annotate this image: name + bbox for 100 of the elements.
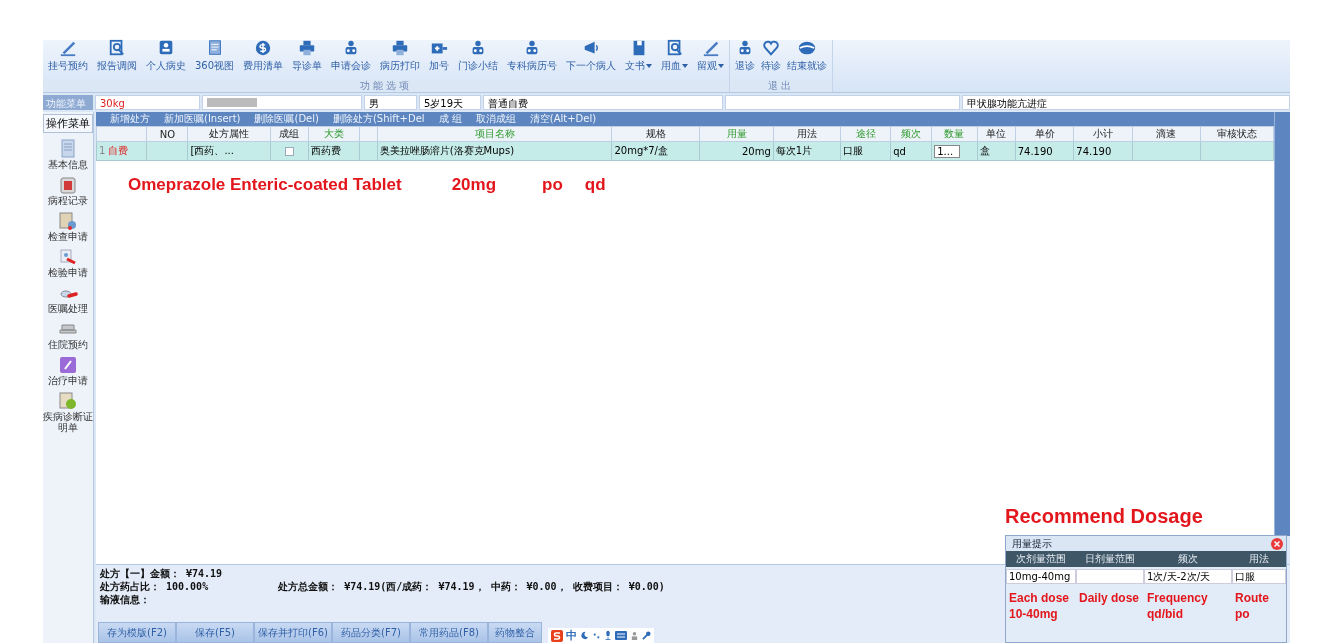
toolbar-button[interactable]: 文书 (622, 38, 656, 79)
annotation-label: Frequency (1147, 590, 1209, 606)
bottom-tab[interactable]: 药品分类(F7) (332, 622, 410, 643)
toolbar-button[interactable]: 下一个病人 (563, 38, 620, 79)
sex-field: 男 (364, 95, 417, 110)
menu-item[interactable]: 治疗申请 (43, 355, 93, 386)
column-header: 次剂量范围 (1006, 551, 1076, 567)
toolbar-button[interactable]: 个人病史 (143, 38, 189, 79)
toolbar-action[interactable]: 删除处方(Shift+Del (332, 112, 425, 126)
table-cell: 1次/天-2次/天 (1144, 569, 1232, 584)
toolbar-action[interactable]: 清空(Alt+Del) (529, 112, 597, 126)
toolbar-button[interactable]: 加号 (426, 38, 453, 79)
toolbar-button[interactable]: 病历打印 (377, 38, 424, 79)
clipboard-icon (58, 175, 78, 195)
table-cell: 西药费 (310, 145, 341, 156)
table-cell: 奥美拉唑肠溶片(洛赛克Mups) (379, 145, 515, 156)
menu-title: 操作菜单 (43, 114, 93, 133)
document-icon (58, 139, 78, 159)
diagnosis-field: 甲状腺功能亢进症 (962, 95, 1290, 110)
column-header: 用法 (773, 126, 841, 142)
table-cell: 74.190 (1076, 145, 1112, 157)
clipboard-icon (58, 211, 78, 231)
person-icon[interactable] (630, 631, 639, 640)
toolbar-button[interactable]: 报告调阅 (94, 38, 140, 79)
toolbar-action[interactable]: 删除医嘱(Del) (254, 112, 319, 126)
table-cell: 口服 (843, 145, 864, 156)
toolbar-button[interactable]: 导诊单 (289, 38, 326, 79)
toolbar-button[interactable]: 退诊 (732, 38, 759, 79)
toolbar-action[interactable]: 取消成组 (475, 112, 516, 126)
annotation-label: qd (584, 175, 606, 195)
column-header: 规格 (611, 126, 700, 142)
toolbar-button[interactable]: 门诊小结 (455, 38, 502, 79)
menu-item[interactable]: 检验申请 (43, 247, 93, 278)
toolbar-action[interactable]: 新加医嘱(Insert) (164, 112, 241, 126)
toolbar-action[interactable]: 成 组 (438, 112, 462, 126)
redaction-block (207, 98, 257, 107)
table-cell: 20mg (741, 145, 771, 157)
menu-item[interactable]: 住院预约 (43, 319, 93, 350)
column-header: 途径 (840, 126, 891, 142)
total-text: 处方总金额： ¥74.19(西/成药： ¥74.19， 中药： ¥0.00， 收费项目： ¥0.00) (278, 580, 665, 593)
recommendation-caption: Recommend Dosage (1005, 505, 1204, 528)
toolbar-button[interactable]: 结束就诊 (784, 38, 831, 79)
annotation-label: Omeprazole Enteric-coated Tablet (128, 175, 402, 195)
column-header: 审核状态 (1200, 126, 1274, 142)
menu-item[interactable]: 检查申请 (43, 211, 93, 242)
toolbar-button[interactable]: 待诊 (758, 38, 785, 79)
ratio-text: 处方药占比： 100.00% (100, 580, 209, 593)
table-cell: 10mg-40mg (1006, 569, 1076, 584)
annotation-label: po (542, 175, 563, 195)
column-header: 处方属性 (188, 126, 271, 142)
popup-title: 用量提示 (1012, 536, 1052, 551)
toolbar-button[interactable]: 留观 (694, 38, 728, 79)
column-header: 项目名称 (377, 126, 612, 142)
toolbar-button[interactable]: 挂号预约 (45, 38, 91, 79)
toolbar-button[interactable]: 专科病历号 (504, 38, 561, 79)
wrench-icon[interactable] (642, 631, 651, 640)
checkbox[interactable] (284, 147, 294, 156)
column-header (96, 126, 147, 142)
pen-icon (58, 39, 78, 57)
annotation-value: po (1235, 606, 1251, 622)
menu-item[interactable]: 基本信息 (43, 139, 93, 170)
bottom-tab[interactable]: 存为模版(F2) (98, 622, 176, 643)
infusion-label: 输液信息： (100, 593, 150, 606)
payment-field: 普通自费 (483, 95, 723, 110)
quantity-spinner[interactable]: 1... (934, 144, 961, 158)
bottom-tab[interactable]: 常用药品(F8) (410, 622, 488, 643)
menu-item[interactable]: 病程记录 (43, 175, 93, 206)
input-mode[interactable]: 中 (566, 628, 577, 643)
annotation-value: qd/bid (1147, 606, 1184, 622)
annotation-label: Daily dose (1079, 590, 1141, 606)
bottom-tab[interactable]: 药物整合 (488, 622, 542, 643)
close-icon[interactable] (1271, 537, 1283, 550)
table-cell: [西药、... (190, 145, 234, 156)
caret-icon (718, 64, 725, 68)
column-header: 小计 (1073, 126, 1133, 142)
toolbar-button[interactable]: 申请会诊 (328, 38, 375, 79)
moon-icon[interactable] (580, 631, 589, 640)
toolbar-action[interactable]: 新增处方 (110, 112, 150, 126)
magnifier-icon (107, 39, 127, 57)
toolbar-button[interactable]: 费用清单 (240, 38, 287, 79)
table-cell: 74.190 (1017, 145, 1053, 157)
group-label: 功能选项 (43, 79, 730, 92)
toolbar-button[interactable]: 360视图 (192, 38, 238, 79)
annotation-value: 10-40mg (1009, 606, 1059, 622)
punctuation-icon[interactable] (592, 631, 601, 640)
weight-field: 30kg (95, 95, 200, 110)
amount-text: 处方【一】金额： ¥74.19 (100, 567, 223, 580)
table-cell: 盒 (979, 145, 990, 156)
keyboard-icon[interactable] (615, 631, 627, 640)
menu-item[interactable]: 疾病诊断证明单 (43, 391, 93, 433)
bottom-tab[interactable]: 保存并打印(F6) (254, 622, 332, 643)
toolbar-button[interactable]: 用血 (658, 38, 692, 79)
bottom-tab[interactable]: 保存(F5) (176, 622, 254, 643)
row-number: 1 (99, 145, 106, 156)
menu-item[interactable]: 医嘱处理 (43, 283, 93, 314)
payment-type: 自费 (108, 145, 129, 156)
microphone-icon[interactable] (604, 630, 612, 641)
annotation-label: Route (1235, 590, 1270, 606)
group-label: 退出 (730, 79, 833, 92)
column-header: NO (146, 126, 188, 142)
